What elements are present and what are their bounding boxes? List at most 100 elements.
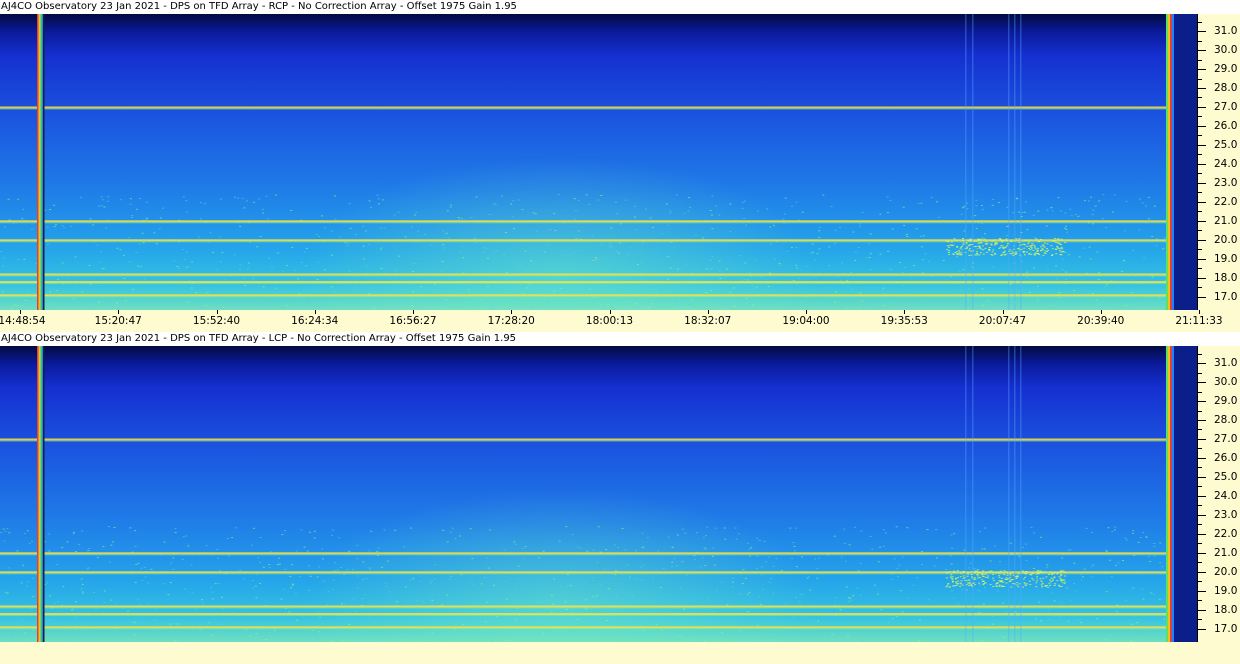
noise-speckle [597, 526, 600, 528]
noise-speckle [711, 256, 714, 258]
noise-speckle [828, 301, 831, 303]
noise-speckle [265, 639, 268, 640]
burst-speckle [984, 573, 987, 575]
burst-speckle [995, 572, 998, 574]
noise-speckle [132, 289, 134, 290]
noise-speckle [704, 292, 707, 293]
burst-speckle [1036, 249, 1039, 251]
noise-speckle [1143, 257, 1146, 259]
noise-speckle [917, 202, 920, 204]
interference-line [0, 273, 1197, 276]
noise-speckle [1159, 562, 1162, 564]
noise-speckle [976, 248, 979, 250]
burst-speckle [977, 577, 980, 579]
noise-speckle [105, 227, 108, 229]
noise-speckle [319, 616, 322, 618]
noise-speckle [84, 637, 87, 639]
frequency-scale-rcp: 31.0 30.0 29.0 28.0 27.0 26.0 25.0 24.0 23.0 22.0… [1197, 14, 1240, 310]
burst-speckle [1035, 573, 1038, 575]
noise-speckle [619, 223, 622, 225]
noise-speckle [173, 260, 176, 262]
noise-speckle [461, 245, 464, 247]
burst-speckle [985, 251, 988, 253]
noise-speckle [68, 277, 71, 279]
noise-speckle [496, 616, 499, 618]
noise-speckle [17, 259, 20, 260]
noise-speckle [915, 228, 918, 230]
noise-speckle [567, 584, 569, 586]
noise-speckle [449, 204, 452, 206]
spectrogram-lcp [0, 346, 1197, 642]
noise-speckle [1039, 255, 1042, 257]
noise-speckle [737, 533, 740, 535]
noise-speckle [705, 535, 708, 537]
noise-speckle [185, 535, 188, 537]
noise-speckle [553, 290, 556, 292]
noise-speckle [339, 567, 342, 569]
noise-speckle [332, 579, 335, 581]
burst-speckle [1022, 578, 1025, 580]
noise-speckle [191, 592, 194, 594]
noise-speckle [291, 583, 294, 585]
noise-speckle [361, 225, 364, 227]
noise-speckle [209, 232, 212, 234]
noise-speckle [835, 596, 838, 598]
noise-speckle [729, 231, 732, 232]
noise-speckle [187, 301, 190, 303]
noise-speckle [615, 570, 617, 572]
noise-speckle [446, 541, 449, 543]
noise-speckle [1064, 251, 1067, 253]
noise-speckle [852, 595, 855, 597]
freq-tick [1198, 609, 1206, 611]
noise-speckle [170, 562, 173, 564]
noise-speckle [282, 270, 285, 272]
burst-speckle [1044, 585, 1047, 587]
noise-speckle [702, 537, 705, 539]
time-label: 20:07:47 [978, 315, 1027, 327]
noise-speckle [191, 261, 194, 263]
noise-speckle [588, 203, 591, 205]
burst-speckle [967, 245, 970, 247]
noise-speckle [30, 541, 33, 542]
noise-speckle [74, 286, 77, 288]
noise-speckle [860, 530, 863, 532]
noise-speckle [859, 562, 862, 564]
noise-speckle [410, 527, 413, 529]
freq-tick [1198, 277, 1206, 279]
noise-speckle [1, 265, 4, 267]
burst-speckle [1044, 584, 1047, 586]
noise-speckle [172, 568, 175, 570]
noise-speckle [967, 298, 969, 300]
noise-speckle [0, 300, 3, 302]
burst-speckle [1058, 585, 1061, 587]
noise-speckle [927, 634, 930, 636]
burst-speckle [1054, 240, 1056, 242]
noise-speckle [571, 533, 574, 535]
noise-speckle [849, 597, 852, 599]
noise-speckle [1153, 546, 1156, 548]
burst-speckle [1041, 248, 1044, 250]
noise-speckle [585, 194, 588, 196]
noise-speckle [605, 620, 608, 621]
noise-speckle [266, 218, 269, 220]
burst-speckle [989, 584, 992, 586]
burst-speckle [962, 575, 965, 577]
noise-speckle [1024, 211, 1027, 213]
noise-speckle [192, 635, 195, 636]
noise-speckle [398, 255, 401, 257]
noise-speckle [870, 286, 873, 288]
noise-speckle [743, 218, 746, 219]
burst-speckle [1037, 247, 1040, 249]
noise-speckle [852, 231, 855, 233]
burst-speckle [978, 582, 981, 584]
noise-speckle [131, 217, 134, 218]
noise-speckle [174, 532, 177, 534]
noise-speckle [313, 537, 316, 539]
noise-speckle [410, 226, 413, 228]
burst-speckle [1062, 570, 1065, 572]
noise-speckle [129, 203, 132, 205]
noise-speckle [261, 208, 264, 210]
freq-tick [1198, 363, 1206, 365]
burst-speckle [1001, 241, 1004, 243]
noise-speckle [221, 252, 224, 254]
